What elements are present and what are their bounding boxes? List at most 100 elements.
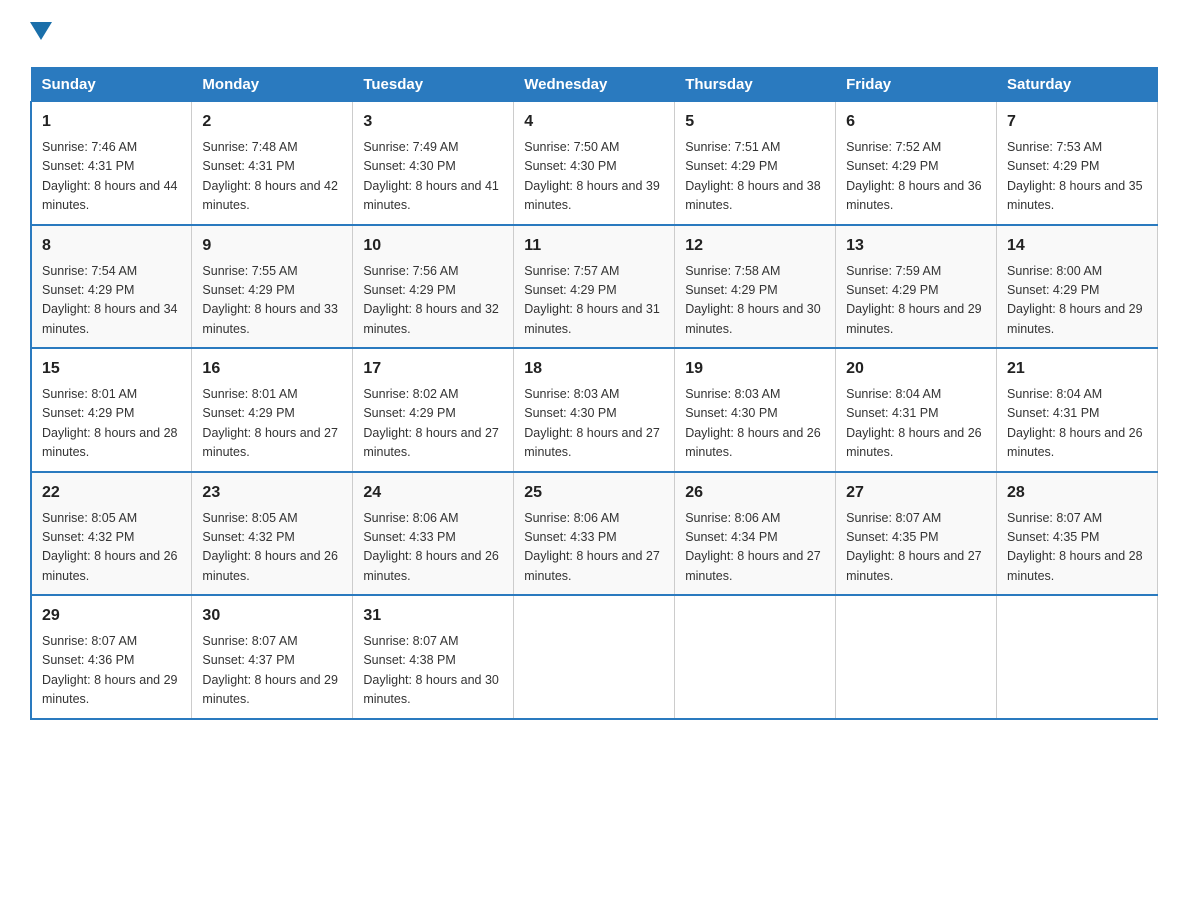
day-number: 5 (685, 110, 825, 134)
calendar-day-cell: 15 Sunrise: 8:01 AMSunset: 4:29 PMDayligh… (31, 348, 192, 472)
day-info: Sunrise: 7:59 AMSunset: 4:29 PMDaylight:… (846, 262, 986, 340)
day-info: Sunrise: 8:06 AMSunset: 4:33 PMDaylight:… (363, 509, 503, 587)
day-info: Sunrise: 7:53 AMSunset: 4:29 PMDaylight:… (1007, 138, 1147, 216)
day-info: Sunrise: 8:06 AMSunset: 4:34 PMDaylight:… (685, 509, 825, 587)
day-info: Sunrise: 8:07 AMSunset: 4:38 PMDaylight:… (363, 632, 503, 710)
day-number: 8 (42, 234, 181, 258)
calendar-week-row: 15 Sunrise: 8:01 AMSunset: 4:29 PMDayligh… (31, 348, 1158, 472)
calendar-day-cell: 18 Sunrise: 8:03 AMSunset: 4:30 PMDayligh… (514, 348, 675, 472)
header-saturday: Saturday (997, 68, 1158, 102)
day-number: 16 (202, 357, 342, 381)
header-friday: Friday (836, 68, 997, 102)
calendar-day-cell: 5 Sunrise: 7:51 AMSunset: 4:29 PMDaylight… (675, 102, 836, 225)
day-info: Sunrise: 8:00 AMSunset: 4:29 PMDaylight:… (1007, 262, 1147, 340)
logo (30, 20, 92, 47)
day-number: 26 (685, 481, 825, 505)
calendar-day-cell: 1 Sunrise: 7:46 AMSunset: 4:31 PMDaylight… (31, 102, 192, 225)
calendar-table: Sunday Monday Tuesday Wednesday Thursday… (30, 67, 1158, 720)
day-number: 3 (363, 110, 503, 134)
day-info: Sunrise: 8:07 AMSunset: 4:37 PMDaylight:… (202, 632, 342, 710)
calendar-day-cell: 11 Sunrise: 7:57 AMSunset: 4:29 PMDayligh… (514, 225, 675, 349)
calendar-day-cell: 14 Sunrise: 8:00 AMSunset: 4:29 PMDayligh… (997, 225, 1158, 349)
day-number: 20 (846, 357, 986, 381)
calendar-day-cell: 24 Sunrise: 8:06 AMSunset: 4:33 PMDayligh… (353, 472, 514, 596)
day-number: 7 (1007, 110, 1147, 134)
day-info: Sunrise: 8:07 AMSunset: 4:36 PMDaylight:… (42, 632, 181, 710)
page-header (30, 20, 1158, 47)
calendar-day-cell: 26 Sunrise: 8:06 AMSunset: 4:34 PMDayligh… (675, 472, 836, 596)
day-info: Sunrise: 7:54 AMSunset: 4:29 PMDaylight:… (42, 262, 181, 340)
calendar-week-row: 8 Sunrise: 7:54 AMSunset: 4:29 PMDaylight… (31, 225, 1158, 349)
day-number: 29 (42, 604, 181, 628)
calendar-day-cell: 4Sunrise: 7:50 AMSunset: 4:30 PMDaylight… (514, 102, 675, 225)
day-info: Sunrise: 8:05 AMSunset: 4:32 PMDaylight:… (42, 509, 181, 587)
calendar-day-cell: 2 Sunrise: 7:48 AMSunset: 4:31 PMDaylight… (192, 102, 353, 225)
header-wednesday: Wednesday (514, 68, 675, 102)
calendar-day-cell: 17 Sunrise: 8:02 AMSunset: 4:29 PMDayligh… (353, 348, 514, 472)
day-number: 11 (524, 234, 664, 258)
day-info: Sunrise: 8:06 AMSunset: 4:33 PMDaylight:… (524, 509, 664, 587)
calendar-day-cell: 25 Sunrise: 8:06 AMSunset: 4:33 PMDayligh… (514, 472, 675, 596)
calendar-day-cell: 6Sunrise: 7:52 AMSunset: 4:29 PMDaylight… (836, 102, 997, 225)
day-info: Sunrise: 8:03 AMSunset: 4:30 PMDaylight:… (524, 385, 664, 463)
calendar-day-cell: 30 Sunrise: 8:07 AMSunset: 4:37 PMDayligh… (192, 595, 353, 719)
day-number: 1 (42, 110, 181, 134)
calendar-day-cell: 21 Sunrise: 8:04 AMSunset: 4:31 PMDayligh… (997, 348, 1158, 472)
calendar-day-cell: 27Sunrise: 8:07 AMSunset: 4:35 PMDayligh… (836, 472, 997, 596)
day-info: Sunrise: 8:01 AMSunset: 4:29 PMDaylight:… (202, 385, 342, 463)
header-monday: Monday (192, 68, 353, 102)
day-number: 25 (524, 481, 664, 505)
day-number: 28 (1007, 481, 1147, 505)
day-number: 21 (1007, 357, 1147, 381)
day-number: 4 (524, 110, 664, 134)
day-number: 22 (42, 481, 181, 505)
day-number: 2 (202, 110, 342, 134)
day-number: 10 (363, 234, 503, 258)
calendar-day-cell: 28 Sunrise: 8:07 AMSunset: 4:35 PMDayligh… (997, 472, 1158, 596)
day-info: Sunrise: 8:03 AMSunset: 4:30 PMDaylight:… (685, 385, 825, 463)
calendar-day-cell (836, 595, 997, 719)
calendar-day-cell: 20 Sunrise: 8:04 AMSunset: 4:31 PMDayligh… (836, 348, 997, 472)
calendar-day-cell: 22 Sunrise: 8:05 AMSunset: 4:32 PMDayligh… (31, 472, 192, 596)
day-info: Sunrise: 8:02 AMSunset: 4:29 PMDaylight:… (363, 385, 503, 463)
calendar-day-cell: 31 Sunrise: 8:07 AMSunset: 4:38 PMDayligh… (353, 595, 514, 719)
day-number: 18 (524, 357, 664, 381)
day-number: 24 (363, 481, 503, 505)
day-number: 27 (846, 481, 986, 505)
day-number: 13 (846, 234, 986, 258)
day-number: 15 (42, 357, 181, 381)
calendar-day-cell (514, 595, 675, 719)
day-info: Sunrise: 8:05 AMSunset: 4:32 PMDaylight:… (202, 509, 342, 587)
day-number: 30 (202, 604, 342, 628)
header-thursday: Thursday (675, 68, 836, 102)
day-number: 23 (202, 481, 342, 505)
day-number: 9 (202, 234, 342, 258)
day-info: Sunrise: 7:51 AMSunset: 4:29 PMDaylight:… (685, 138, 825, 216)
day-info: Sunrise: 7:46 AMSunset: 4:31 PMDaylight:… (42, 138, 181, 216)
day-info: Sunrise: 7:57 AMSunset: 4:29 PMDaylight:… (524, 262, 664, 340)
day-number: 17 (363, 357, 503, 381)
day-number: 12 (685, 234, 825, 258)
day-info: Sunrise: 8:07 AMSunset: 4:35 PMDaylight:… (1007, 509, 1147, 587)
calendar-day-cell: 10 Sunrise: 7:56 AMSunset: 4:29 PMDayligh… (353, 225, 514, 349)
calendar-day-cell: 3Sunrise: 7:49 AMSunset: 4:30 PMDaylight… (353, 102, 514, 225)
header-tuesday: Tuesday (353, 68, 514, 102)
day-number: 31 (363, 604, 503, 628)
calendar-day-cell: 16 Sunrise: 8:01 AMSunset: 4:29 PMDayligh… (192, 348, 353, 472)
day-info: Sunrise: 8:01 AMSunset: 4:29 PMDaylight:… (42, 385, 181, 463)
calendar-day-cell: 7 Sunrise: 7:53 AMSunset: 4:29 PMDaylight… (997, 102, 1158, 225)
day-info: Sunrise: 8:04 AMSunset: 4:31 PMDaylight:… (846, 385, 986, 463)
calendar-header-row: Sunday Monday Tuesday Wednesday Thursday… (31, 68, 1158, 102)
calendar-day-cell: 12Sunrise: 7:58 AMSunset: 4:29 PMDayligh… (675, 225, 836, 349)
day-number: 19 (685, 357, 825, 381)
day-number: 14 (1007, 234, 1147, 258)
day-info: Sunrise: 8:04 AMSunset: 4:31 PMDaylight:… (1007, 385, 1147, 463)
calendar-day-cell (675, 595, 836, 719)
header-sunday: Sunday (31, 68, 192, 102)
day-info: Sunrise: 7:56 AMSunset: 4:29 PMDaylight:… (363, 262, 503, 340)
calendar-day-cell: 9Sunrise: 7:55 AMSunset: 4:29 PMDaylight… (192, 225, 353, 349)
calendar-day-cell (997, 595, 1158, 719)
calendar-day-cell: 19 Sunrise: 8:03 AMSunset: 4:30 PMDayligh… (675, 348, 836, 472)
logo-arrow-icon (30, 22, 52, 44)
day-info: Sunrise: 7:48 AMSunset: 4:31 PMDaylight:… (202, 138, 342, 216)
